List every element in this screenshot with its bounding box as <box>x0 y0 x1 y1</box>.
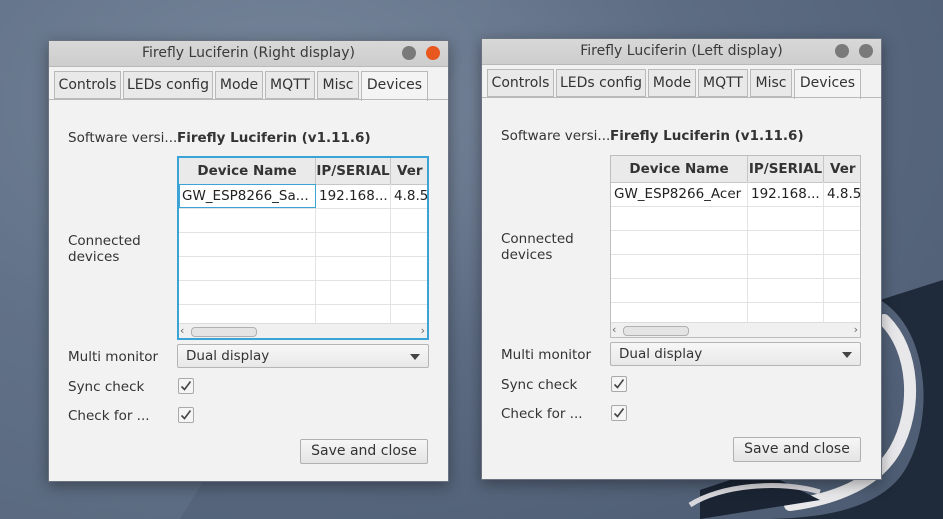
table-row[interactable]: GW_ESP8266_Acer 192.168... 4.8.5 <box>611 182 860 207</box>
cell-version: 4.8.5 <box>827 186 861 202</box>
tab-controls[interactable]: Controls <box>487 69 554 97</box>
checkmark-icon <box>613 408 625 418</box>
sync-check-checkbox[interactable] <box>178 378 194 394</box>
sync-check-checkbox[interactable] <box>611 376 627 392</box>
table-row-empty <box>179 208 427 233</box>
software-version-label: Software versi... <box>501 128 611 144</box>
scroll-right-icon[interactable]: › <box>421 324 425 338</box>
multi-monitor-select[interactable]: Dual display <box>610 342 861 366</box>
table-row-empty <box>611 278 860 303</box>
tab-misc[interactable]: Misc <box>317 71 359 99</box>
tab-divider <box>482 97 881 98</box>
horizontal-scrollbar[interactable]: ‹ › <box>179 323 427 338</box>
scrollbar-thumb[interactable] <box>623 326 689 336</box>
multi-monitor-value: Dual display <box>619 346 703 362</box>
close-button[interactable] <box>859 44 873 58</box>
scroll-left-icon[interactable]: ‹ <box>612 323 616 337</box>
column-header-version[interactable]: Ver <box>391 158 427 184</box>
table-row-empty <box>611 206 860 231</box>
column-header-device-name[interactable]: Device Name <box>611 156 748 182</box>
check-for-checkbox[interactable] <box>178 407 194 423</box>
chevron-down-icon <box>410 354 420 360</box>
window-title: Firefly Luciferin (Right display) <box>141 45 355 61</box>
multi-monitor-label: Multi monitor <box>501 347 592 363</box>
save-and-close-button[interactable]: Save and close <box>300 439 428 464</box>
tab-devices[interactable]: Devices <box>361 71 428 101</box>
window-title: Firefly Luciferin (Left display) <box>580 43 783 59</box>
table-row[interactable]: GW_ESP8266_Sa... 192.168... 4.8.5 <box>179 184 427 209</box>
checkmark-icon <box>180 410 192 420</box>
connected-devices-label: Connected devices <box>501 231 574 263</box>
table-row-empty <box>179 280 427 305</box>
cell-ip-serial: 192.168... <box>316 184 391 208</box>
title-bar[interactable]: Firefly Luciferin (Left display) <box>482 39 881 65</box>
software-version-label: Software versi... <box>68 130 178 146</box>
tab-mode[interactable]: Mode <box>215 71 263 99</box>
minimize-button[interactable] <box>402 46 416 60</box>
sync-check-label: Sync check <box>501 377 578 393</box>
devices-table[interactable]: Device Name IP/SERIAL Ver GW_ESP8266_Ace… <box>610 155 861 338</box>
table-row-empty <box>179 232 427 257</box>
scrollbar-thumb[interactable] <box>191 327 257 337</box>
tab-misc[interactable]: Misc <box>750 69 792 97</box>
cell-device-name: GW_ESP8266_Sa... <box>179 184 316 208</box>
tab-leds-config[interactable]: LEDs config <box>123 71 213 99</box>
table-row-empty <box>611 254 860 279</box>
tab-controls[interactable]: Controls <box>54 71 121 99</box>
title-bar[interactable]: Firefly Luciferin (Right display) <box>49 41 448 67</box>
sync-check-label: Sync check <box>68 379 145 395</box>
multi-monitor-select[interactable]: Dual display <box>177 344 429 368</box>
software-version-value: Firefly Luciferin (v1.11.6) <box>177 130 371 146</box>
tab-leds-config[interactable]: LEDs config <box>556 69 646 97</box>
cell-ip-serial: 192.168... <box>748 182 824 206</box>
devices-table[interactable]: Device Name IP/SERIAL Ver GW_ESP8266_Sa.… <box>177 156 429 340</box>
column-header-ip-serial[interactable]: IP/SERIAL <box>748 156 824 182</box>
checkmark-icon <box>180 381 192 391</box>
table-row-empty <box>611 230 860 255</box>
scroll-left-icon[interactable]: ‹ <box>180 324 184 338</box>
table-row-empty <box>179 256 427 281</box>
software-version-value: Firefly Luciferin (v1.11.6) <box>610 128 804 144</box>
window-left-display: Firefly Luciferin (Left display) Control… <box>481 38 882 480</box>
tab-mqtt[interactable]: MQTT <box>265 71 315 99</box>
checkmark-icon <box>613 379 625 389</box>
tab-mode[interactable]: Mode <box>648 69 696 97</box>
multi-monitor-label: Multi monitor <box>68 349 159 365</box>
window-right-display: Firefly Luciferin (Right display) Contro… <box>48 40 449 482</box>
column-header-device-name[interactable]: Device Name <box>179 158 316 184</box>
tab-devices[interactable]: Devices <box>794 69 861 99</box>
horizontal-scrollbar[interactable]: ‹ › <box>611 322 860 337</box>
scroll-right-icon[interactable]: › <box>854 323 858 337</box>
table-header: Device Name IP/SERIAL Ver <box>179 158 427 185</box>
tab-divider <box>49 99 448 100</box>
cell-device-name: GW_ESP8266_Acer <box>611 182 748 206</box>
column-header-ip-serial[interactable]: IP/SERIAL <box>316 158 391 184</box>
close-button[interactable] <box>426 46 440 60</box>
column-header-version[interactable]: Ver <box>824 156 860 182</box>
chevron-down-icon <box>842 352 852 358</box>
save-and-close-button[interactable]: Save and close <box>733 437 861 462</box>
cell-version: 4.8.5 <box>394 188 429 204</box>
connected-devices-label: Connected devices <box>68 233 141 265</box>
check-for-label: Check for ... <box>68 408 150 424</box>
table-header: Device Name IP/SERIAL Ver <box>611 156 860 183</box>
minimize-button[interactable] <box>835 44 849 58</box>
check-for-checkbox[interactable] <box>611 405 627 421</box>
multi-monitor-value: Dual display <box>186 348 270 364</box>
check-for-label: Check for ... <box>501 406 583 422</box>
tab-mqtt[interactable]: MQTT <box>698 69 748 97</box>
